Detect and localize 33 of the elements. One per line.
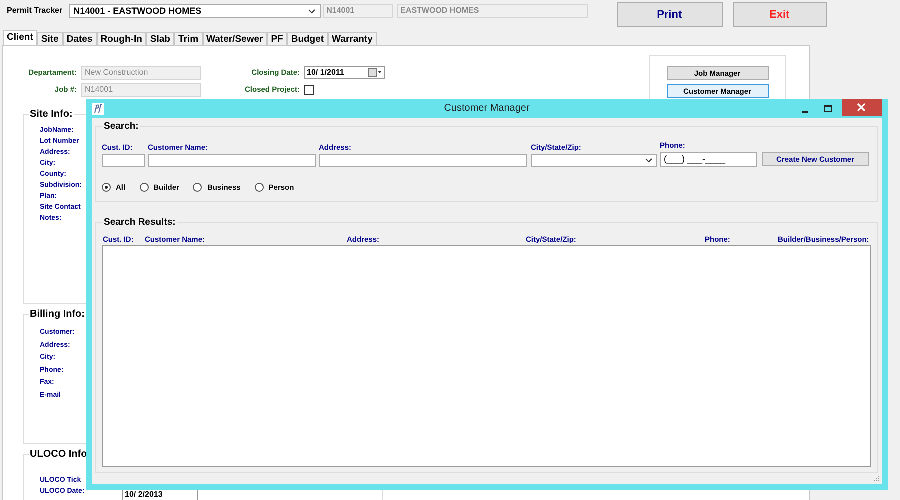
- tab[interactable]: Budget: [287, 32, 328, 45]
- tab[interactable]: Slab: [146, 32, 174, 45]
- resize-grip-icon[interactable]: [874, 476, 880, 482]
- closed-checkbox[interactable]: [304, 84, 314, 94]
- input-field[interactable]: [102, 154, 145, 167]
- tab[interactable]: Rough-In: [96, 32, 146, 45]
- tab[interactable]: Dates: [62, 32, 97, 45]
- caret-icon: [308, 8, 316, 14]
- tab[interactable]: Water/Sewer: [202, 32, 268, 45]
- tab[interactable]: PF: [267, 32, 288, 45]
- app-icon: [92, 102, 104, 114]
- dropdown-field[interactable]: [531, 154, 657, 167]
- group-title: ULOCO Info: [29, 449, 88, 460]
- print-button[interactable]: Print: [616, 2, 723, 27]
- app-label: Permit Tracker: [7, 6, 63, 15]
- window-title: Customer Manager: [444, 103, 530, 114]
- group-title: Billing Info:: [29, 309, 86, 320]
- tab[interactable]: Trim: [174, 32, 203, 45]
- group-title: Search:: [103, 121, 140, 132]
- tab[interactable]: Client: [3, 30, 38, 45]
- input-field[interactable]: [319, 154, 527, 167]
- phone-field[interactable]: (___) ___-____: [660, 152, 757, 167]
- close-icon[interactable]: [842, 99, 882, 116]
- calendar-icon: [368, 68, 382, 77]
- group-title: Site Info:: [29, 109, 74, 120]
- group-title: Search Results:: [103, 217, 177, 228]
- closing-date-picker[interactable]: 10/ 1/2011: [304, 66, 385, 79]
- maximize-icon[interactable]: [824, 104, 832, 112]
- input-field[interactable]: [148, 154, 316, 167]
- job-select[interactable]: N14001 - EASTWOOD HOMES: [68, 4, 321, 18]
- tab[interactable]: Warranty: [328, 32, 377, 45]
- tab[interactable]: Site: [37, 32, 63, 45]
- caret-icon: [645, 158, 653, 163]
